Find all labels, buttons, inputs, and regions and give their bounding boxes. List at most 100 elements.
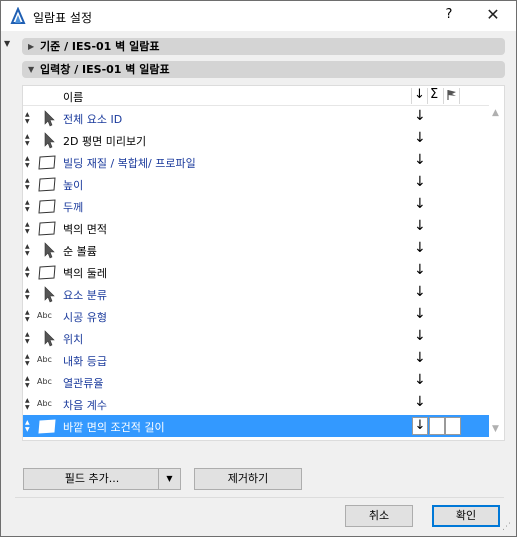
- flag-cell[interactable]: [445, 417, 461, 435]
- list-item-label: 전체 요소 ID: [63, 113, 123, 126]
- shape-icon: [38, 199, 56, 214]
- sort-direction-icon[interactable]: ↓: [414, 108, 426, 124]
- sort-direction-icon[interactable]: ↓: [414, 284, 426, 300]
- flag-icon[interactable]: [446, 89, 458, 101]
- list-item[interactable]: ▲ ▼ 순 볼륨 ↓: [23, 239, 489, 261]
- add-field-button[interactable]: 필드 추가... ▼: [23, 468, 181, 490]
- add-field-label: 필드 추가...: [64, 472, 120, 485]
- pointer-icon: [44, 286, 55, 303]
- list-item-label: 바깥 면의 조건적 길이: [63, 421, 165, 434]
- list-item[interactable]: ▲ ▼ 높이 ↓: [23, 173, 489, 195]
- list-item[interactable]: ▲ ▼ 빌딩 재질 / 복합체/ 프로파일 ↓: [23, 151, 489, 173]
- list-item-label: 차음 계수: [63, 399, 107, 412]
- scroll-up-icon[interactable]: ▲: [492, 108, 499, 118]
- drag-handle-icon[interactable]: ▲ ▼: [25, 177, 31, 191]
- ok-button[interactable]: 확인: [432, 505, 500, 527]
- list-item[interactable]: ▲ ▼ Abc 시공 유형 ↓: [23, 305, 489, 327]
- close-button[interactable]: ✕: [481, 5, 505, 27]
- drag-handle-icon[interactable]: ▲ ▼: [25, 397, 31, 411]
- field-list: 이름 ↓ Σ ▲ ▼ 전체 요소 ID ↓ ▲ ▼ 2D 평면 미리보기 ↓ ▲ ▼ 빌딩 재질 /…: [22, 85, 505, 441]
- remove-button[interactable]: 제거하기: [194, 468, 302, 490]
- drag-handle-icon[interactable]: ▲ ▼: [25, 155, 31, 169]
- list-item[interactable]: ▲ ▼ 요소 분류 ↓: [23, 283, 489, 305]
- list-item-label: 벽의 둘레: [63, 267, 107, 280]
- list-item-label: 빌딩 재질 / 복합체/ 프로파일: [63, 157, 196, 170]
- abc-icon: Abc: [37, 377, 52, 386]
- sort-direction-icon[interactable]: ↓: [414, 372, 426, 388]
- drag-handle-icon[interactable]: ▲ ▼: [25, 265, 31, 279]
- drag-handle-icon[interactable]: ▲ ▼: [25, 375, 31, 389]
- drag-handle-icon[interactable]: ▲ ▼: [25, 287, 31, 301]
- list-item-label: 열관류율: [63, 377, 104, 390]
- sort-direction-icon[interactable]: ↓: [414, 328, 426, 344]
- drag-handle-icon[interactable]: ▲ ▼: [25, 353, 31, 367]
- help-button[interactable]: ?: [437, 7, 461, 25]
- sort-direction-icon[interactable]: ↓: [414, 262, 426, 278]
- list-item[interactable]: ▲ ▼ Abc 차음 계수 ↓: [23, 393, 489, 415]
- list-item[interactable]: ▲ ▼ Abc 내화 등급 ↓: [23, 349, 489, 371]
- expand-down-icon: ▼: [28, 65, 35, 74]
- sort-direction-icon[interactable]: ↓: [414, 240, 426, 256]
- list-item-label: 위치: [63, 333, 84, 346]
- list-item[interactable]: ▲ ▼ 바깥 면의 조건적 길이 ↓: [23, 415, 489, 437]
- list-item-label: 순 볼륨: [63, 245, 97, 258]
- abc-icon: Abc: [37, 311, 52, 320]
- scrollbar[interactable]: ▲ ▼: [490, 106, 504, 440]
- pointer-icon: [44, 330, 55, 347]
- sum-cell[interactable]: [429, 417, 445, 435]
- schedule-settings-dialog: 일람표 설정 ? ✕ ▼ ▶ 기준 / IES-01 벽 일람표 ▼ 입력창 /…: [0, 0, 517, 537]
- section-criteria[interactable]: ▶ 기준 / IES-01 벽 일람표: [22, 38, 505, 55]
- list-header: 이름 ↓ Σ: [23, 86, 489, 106]
- pointer-icon: [44, 110, 55, 127]
- abc-icon: Abc: [37, 399, 52, 408]
- archicad-logo-icon: [9, 7, 27, 25]
- drag-handle-icon[interactable]: ▲ ▼: [25, 133, 31, 147]
- sort-direction-icon[interactable]: ↓: [414, 350, 426, 366]
- list-item[interactable]: ▲ ▼ 전체 요소 ID ↓: [23, 107, 489, 129]
- shape-icon: [38, 221, 56, 236]
- list-item[interactable]: ▲ ▼ Abc 열관류율 ↓: [23, 371, 489, 393]
- add-field-dropdown-icon[interactable]: ▼: [158, 469, 180, 489]
- section-input[interactable]: ▼ 입력창 / IES-01 벽 일람표: [22, 61, 505, 78]
- list-item[interactable]: ▲ ▼ 두께 ↓: [23, 195, 489, 217]
- expand-right-icon: ▶: [28, 42, 35, 51]
- scroll-down-icon[interactable]: ▼: [492, 424, 499, 434]
- drag-handle-icon[interactable]: ▲ ▼: [25, 309, 31, 323]
- sort-direction-icon[interactable]: ↓: [414, 130, 426, 146]
- drag-handle-icon[interactable]: ▲ ▼: [25, 199, 31, 213]
- list-item-label: 높이: [63, 179, 84, 192]
- section-input-label: 입력창 / IES-01 벽 일람표: [40, 63, 170, 76]
- list-item-label: 두께: [63, 201, 84, 214]
- pointer-icon: [44, 242, 55, 259]
- cancel-button[interactable]: 취소: [345, 505, 413, 527]
- drag-handle-icon[interactable]: ▲ ▼: [25, 243, 31, 257]
- sort-direction-icon[interactable]: ↓: [414, 394, 426, 410]
- list-item[interactable]: ▲ ▼ 벽의 둘레 ↓: [23, 261, 489, 283]
- sort-cell[interactable]: ↓: [412, 417, 428, 435]
- drag-handle-icon[interactable]: ▲ ▼: [25, 111, 31, 125]
- shape-icon: [38, 177, 56, 192]
- list-item-label: 벽의 면적: [63, 223, 107, 236]
- drag-handle-icon[interactable]: ▲ ▼: [25, 221, 31, 235]
- sort-direction-icon[interactable]: ↓: [414, 174, 426, 190]
- sort-direction-icon[interactable]: ↓: [414, 218, 426, 234]
- drag-handle-icon[interactable]: ▲ ▼: [25, 331, 31, 345]
- sort-direction-icon[interactable]: ↓: [414, 306, 426, 322]
- drag-handle-icon[interactable]: ▲ ▼: [25, 419, 31, 433]
- sort-column-icon[interactable]: ↓: [414, 87, 425, 102]
- resize-grip-icon[interactable]: ⋰: [502, 522, 511, 532]
- section-criteria-label: 기준 / IES-01 벽 일람표: [40, 40, 160, 53]
- sum-column-icon[interactable]: Σ: [430, 87, 438, 102]
- sort-direction-icon[interactable]: ↓: [414, 196, 426, 212]
- list-item[interactable]: ▲ ▼ 벽의 면적 ↓: [23, 217, 489, 239]
- pointer-icon: [44, 132, 55, 149]
- divider: [15, 497, 504, 498]
- list-item[interactable]: ▲ ▼ 위치 ↓: [23, 327, 489, 349]
- panel-collapse-icon[interactable]: ▼: [4, 39, 10, 48]
- shape-icon: [38, 155, 56, 170]
- shape-icon: [38, 265, 56, 280]
- column-name-header: 이름: [63, 91, 84, 104]
- list-item[interactable]: ▲ ▼ 2D 평면 미리보기 ↓: [23, 129, 489, 151]
- list-item-label: 요소 분류: [63, 289, 107, 302]
- sort-direction-icon[interactable]: ↓: [414, 152, 426, 168]
